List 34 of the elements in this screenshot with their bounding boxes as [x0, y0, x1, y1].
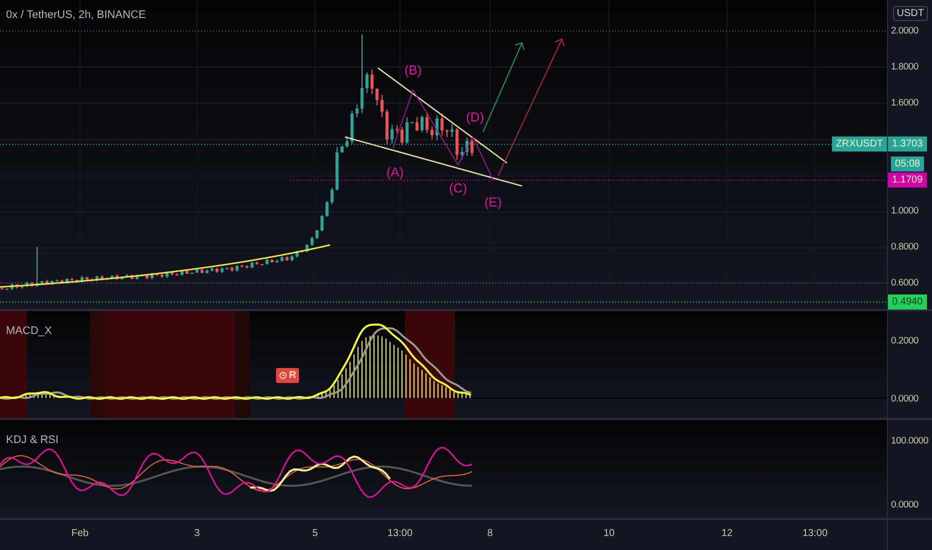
- price-tick: 1.8000: [891, 62, 918, 72]
- kdj-tick: 100.0000: [891, 436, 928, 447]
- wave-label: (B): [404, 62, 422, 78]
- currency-button[interactable]: USDT: [892, 6, 928, 21]
- wave-label: (C): [448, 180, 468, 196]
- price-tick: 0.8000: [891, 242, 918, 252]
- indicator-title: MACD_X: [6, 324, 52, 337]
- price-tick: 0.6000: [891, 278, 918, 288]
- wave-label: (E): [484, 194, 502, 210]
- badge-text: R: [289, 370, 296, 381]
- price-label: 1.3703: [888, 136, 927, 152]
- chart-title: 0x / TetherUS, 2h, BINANCE: [6, 9, 146, 21]
- time-tick: 10: [603, 528, 615, 540]
- price-label: 1.1709: [888, 172, 927, 188]
- price-tick: 1.0000: [891, 206, 918, 216]
- indicator-title: KDJ & RSI: [6, 434, 59, 446]
- price-tick: 2.0000: [891, 26, 918, 36]
- price-tick: 1.6000: [891, 98, 918, 108]
- macd-tick: 0.2000: [891, 335, 918, 346]
- time-tick: 3: [194, 528, 200, 540]
- wave-label: (D): [466, 110, 484, 124]
- time-tick: 12: [721, 528, 733, 540]
- time-tick: 13:00: [387, 528, 413, 540]
- time-tick: 13:00: [802, 528, 828, 540]
- price-label: 0.4940: [888, 294, 927, 310]
- kdj-tick: 0.0000: [891, 500, 918, 511]
- macd-tick: 0.0000: [891, 393, 918, 404]
- alarm-clock-icon: [279, 371, 287, 380]
- wave-label: (A): [386, 164, 404, 180]
- countdown-label: 05:08: [891, 156, 924, 172]
- time-tick: Feb: [71, 528, 89, 540]
- time-tick: 5: [312, 528, 318, 540]
- time-tick: 8: [487, 528, 493, 540]
- symbol-label: ZRXUSDT: [832, 136, 888, 152]
